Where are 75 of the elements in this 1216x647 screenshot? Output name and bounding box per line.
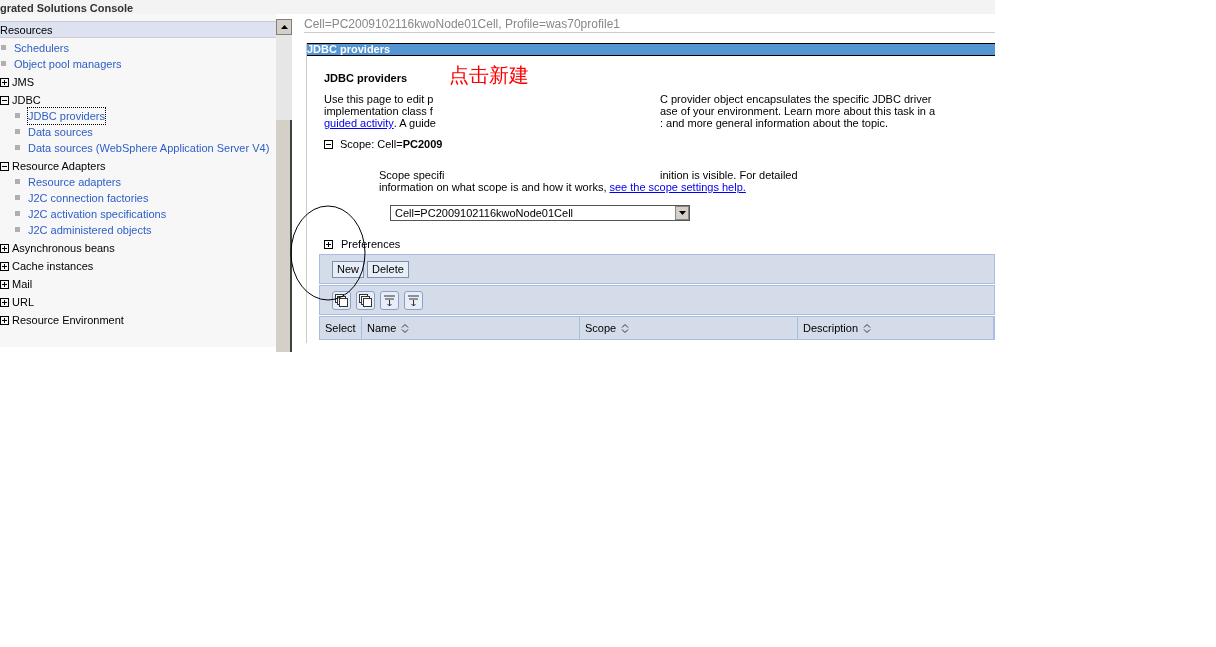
group-label[interactable]: Mail <box>12 276 33 292</box>
scope-text: information on what scope is and how it works, <box>379 181 607 193</box>
preferences-label[interactable]: Preferences <box>341 238 401 250</box>
sort-icon[interactable] <box>621 322 630 334</box>
bullet-icon <box>15 129 20 134</box>
expand-icon[interactable] <box>0 261 9 271</box>
scroll-up-button[interactable] <box>276 19 292 35</box>
bullet-icon <box>15 227 20 232</box>
nav-link[interactable]: JDBC providers <box>28 108 106 124</box>
expand-icon[interactable] <box>0 279 9 289</box>
collapse-icon[interactable] <box>0 95 9 105</box>
description-text: C provider object encapsulates the specific JDBC driver <box>660 93 932 105</box>
nav-link[interactable]: J2C activation specifications <box>28 206 167 222</box>
expand-icon[interactable] <box>0 77 9 87</box>
nav-link[interactable]: Data sources <box>28 124 93 140</box>
panel-title: JDBC providers <box>307 44 391 55</box>
expand-icon[interactable] <box>0 315 9 325</box>
group-label[interactable]: URL <box>12 294 34 310</box>
toolbar-button[interactable] <box>332 290 351 310</box>
sort-icon[interactable] <box>863 322 872 334</box>
select-all-icon <box>335 293 348 307</box>
copy-icon <box>359 293 372 307</box>
nav-link[interactable]: Schedulers <box>14 40 70 56</box>
column-header[interactable]: Description <box>798 317 994 339</box>
expand-icon[interactable] <box>324 239 333 249</box>
description-text: . A guide <box>393 117 436 129</box>
bullet-icon <box>15 195 20 200</box>
group-label[interactable]: Resource Adapters <box>12 158 106 174</box>
action-button[interactable]: Delete <box>367 260 409 278</box>
breadcrumb: Cell=PC2009102116kwoNode01Cell, Profile=was70profile1 <box>304 14 995 33</box>
scope-select[interactable]: Cell=PC2009102116kwoNode01Cell <box>390 205 690 221</box>
column-header[interactable]: Select <box>320 317 362 339</box>
console-title: grated Solutions Console <box>0 2 134 14</box>
caret-icon <box>678 211 686 215</box>
scope-help-link[interactable]: see the scope settings help. <box>609 181 746 193</box>
collapse-icon[interactable] <box>0 161 9 171</box>
group-label[interactable]: JMS <box>12 74 34 90</box>
nav-link[interactable]: J2C administered objects <box>28 222 152 238</box>
nav-link[interactable]: J2C connection factories <box>28 190 149 206</box>
action-button[interactable]: New <box>332 260 364 278</box>
sort-icon[interactable] <box>401 322 410 334</box>
page-heading: JDBC providers <box>324 72 408 84</box>
description-text: : and more general information about the topic. <box>660 117 889 129</box>
bullet-icon <box>15 113 20 118</box>
sidebar-header: Resources <box>0 21 276 38</box>
toolbar-button[interactable] <box>356 290 375 310</box>
nav-link[interactable]: Object pool managers <box>14 56 122 72</box>
expand-icon[interactable] <box>0 243 9 253</box>
column-header[interactable]: Name <box>362 317 580 339</box>
bullet-icon <box>15 211 20 216</box>
description-text: implementation class f <box>324 105 433 117</box>
scroll-thumb[interactable] <box>276 120 292 352</box>
nav-link[interactable]: Resource adapters <box>28 174 121 190</box>
group-label[interactable]: JDBC <box>12 92 41 108</box>
guided-activity-link[interactable]: guided activity <box>324 117 394 129</box>
scope-text: Scope specifi <box>379 169 446 181</box>
up-arrow-icon <box>280 25 288 29</box>
group-label[interactable]: Resource Environment <box>12 312 124 328</box>
collapse-icon[interactable] <box>324 139 333 149</box>
bullet-icon <box>1 61 6 66</box>
description-text: Use this page to edit p <box>324 93 434 105</box>
group-label[interactable]: Asynchronous beans <box>12 240 115 256</box>
column-header[interactable]: Scope <box>580 317 798 339</box>
expand-all-icon <box>383 293 396 307</box>
bullet-icon <box>1 45 6 50</box>
dropdown-button[interactable] <box>675 206 689 220</box>
bullet-icon <box>15 179 20 184</box>
group-label[interactable]: Cache instances <box>12 258 94 274</box>
scope-label: Scope: Cell=PC2009 <box>340 138 443 150</box>
scope-text: inition is visible. For detailed <box>660 169 798 181</box>
expand-icon[interactable] <box>0 297 9 307</box>
description-text: ase of your environment. Learn more about this task in a <box>660 105 936 117</box>
bullet-icon <box>15 145 20 150</box>
nav-link[interactable]: Data sources (WebSphere Application Server V4) <box>28 140 270 156</box>
annotation-text: 点击新建 <box>447 64 531 86</box>
